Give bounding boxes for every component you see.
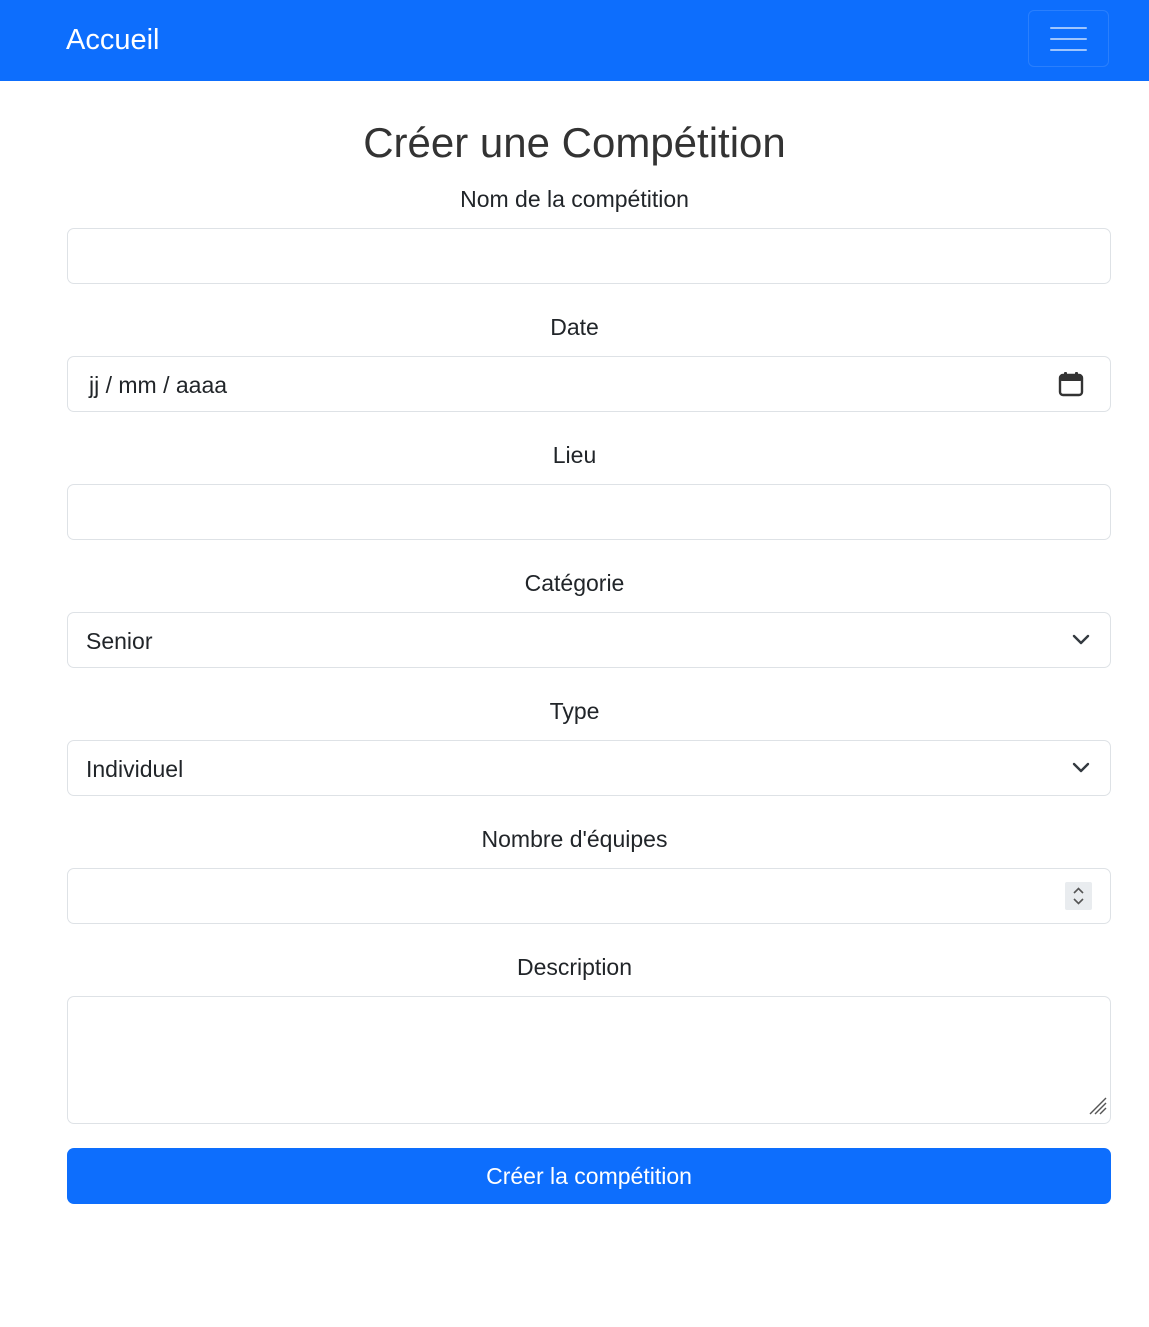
chevron-down-icon [1072,632,1090,653]
competition-name-input[interactable] [67,228,1111,284]
resize-grip-icon[interactable] [1086,1094,1108,1121]
team-count-input[interactable] [67,868,1111,924]
description-textarea[interactable] [67,996,1111,1124]
category-select[interactable]: Senior [67,612,1111,668]
chevron-down-icon [1072,760,1090,781]
navbar-brand[interactable]: Accueil [66,21,160,59]
navbar-toggler-button[interactable] [1028,10,1109,67]
category-selected-value: Senior [86,628,153,654]
create-competition-button[interactable]: Créer la compétition [67,1148,1111,1204]
navbar: Accueil [0,0,1149,81]
type-selected-value: Individuel [86,756,184,782]
location-label: Lieu [552,442,597,468]
description-label: Description [516,954,633,980]
type-label: Type [549,698,600,724]
date-input[interactable]: jj / mm / aaaa [67,356,1111,412]
page-title: Créer une Compétition [363,119,786,166]
competition-name-label: Nom de la compétition [460,186,689,212]
type-select[interactable]: Individuel [67,740,1111,796]
date-label: Date [550,314,599,340]
spinner-arrows-icon[interactable] [1065,882,1092,910]
date-placeholder: jj / mm / aaaa [89,372,228,398]
category-label: Catégorie [524,570,625,596]
location-input[interactable] [67,484,1111,540]
team-count-label: Nombre d'équipes [481,826,668,852]
calendar-icon[interactable] [1058,371,1084,402]
